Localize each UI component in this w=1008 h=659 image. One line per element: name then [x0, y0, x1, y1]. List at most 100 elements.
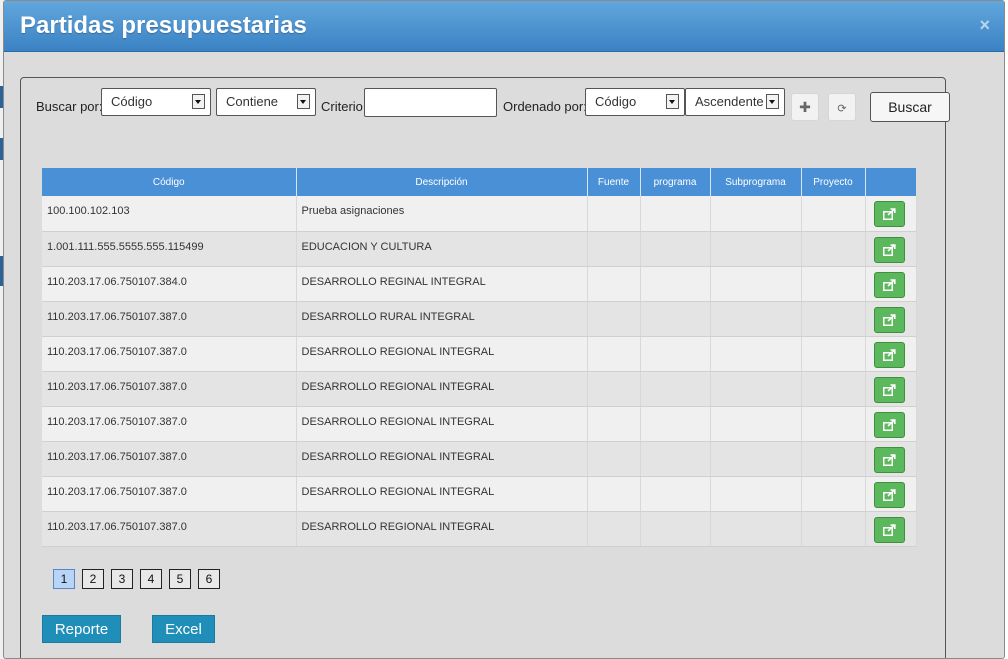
cell-codigo: 110.203.17.06.750107.387.0 [42, 336, 297, 372]
chevron-down-icon [766, 94, 779, 109]
cell-fuente [587, 476, 641, 512]
page-6-button[interactable]: 6 [198, 569, 220, 589]
cell-fuente [587, 266, 641, 302]
table-row: 110.203.17.06.750107.387.0 DESARROLLO REG… [42, 371, 917, 407]
cell-proyecto [801, 371, 866, 407]
column-header-programa[interactable]: programa [640, 168, 711, 196]
cell-actions [865, 406, 917, 442]
column-header-actions [865, 168, 916, 196]
cell-programa [640, 196, 711, 232]
modal-title: Partidas presupuestarias [20, 12, 307, 39]
page-3-button[interactable]: 3 [111, 569, 133, 589]
search-operator-select[interactable]: Contiene [216, 88, 316, 116]
select-row-button[interactable] [873, 446, 905, 473]
cell-proyecto [801, 231, 866, 267]
cell-actions [865, 231, 917, 267]
cell-fuente [587, 301, 641, 337]
cell-codigo: 110.203.17.06.750107.387.0 [42, 511, 297, 547]
column-header-descripcion[interactable]: Descripción [296, 168, 588, 196]
cell-descripcion: Prueba asignaciones [296, 196, 588, 232]
share-icon [882, 208, 896, 220]
share-icon [882, 418, 896, 431]
cell-subprograma [710, 301, 802, 337]
cell-programa [640, 266, 711, 302]
cell-programa [640, 301, 711, 337]
cell-programa [640, 406, 711, 442]
table-row: 110.203.17.06.750107.387.0 DESARROLLO REG… [42, 406, 917, 442]
reset-filter-button[interactable]: ⟳ [828, 93, 856, 121]
cell-descripcion: DESARROLLO REGIONAL INTEGRAL [296, 371, 588, 407]
cell-codigo: 110.203.17.06.750107.387.0 [42, 441, 297, 477]
table-row: 110.203.17.06.750107.387.0 DESARROLLO RUR… [42, 301, 917, 337]
buscar-por-label: Buscar por: [36, 99, 103, 114]
chevron-down-icon [192, 94, 205, 109]
share-icon [882, 453, 896, 466]
table-row: 1.001.111.555.5555.555.115499 EDUCACION Y… [42, 231, 917, 267]
order-field-value: Código [595, 94, 637, 109]
order-field-select[interactable]: Código [585, 88, 685, 116]
select-row-button[interactable] [873, 341, 905, 368]
reporte-button[interactable]: Reporte [42, 615, 121, 643]
cell-codigo: 110.203.17.06.750107.387.0 [42, 371, 297, 407]
cell-descripcion: DESARROLLO REGIONAL INTEGRAL [296, 476, 588, 512]
buscar-button[interactable]: Buscar [870, 92, 950, 122]
select-row-button[interactable] [873, 411, 905, 438]
select-row-button[interactable] [873, 236, 905, 263]
share-icon [882, 313, 896, 326]
column-header-subprograma[interactable]: Subprograma [710, 168, 802, 196]
column-header-proyecto[interactable]: Proyecto [801, 168, 866, 196]
table-row: 110.203.17.06.750107.387.0 DESARROLLO REG… [42, 511, 917, 547]
select-row-button[interactable] [873, 201, 905, 227]
share-icon [882, 243, 896, 256]
page-4-button[interactable]: 4 [140, 569, 162, 589]
order-direction-select[interactable]: Ascendente [685, 88, 785, 116]
chevron-down-icon [297, 94, 310, 109]
cell-descripcion: DESARROLLO REGIONAL INTEGRAL [296, 441, 588, 477]
column-header-codigo[interactable]: Código [42, 168, 297, 196]
page-5-button[interactable]: 5 [169, 569, 191, 589]
table-row: 110.203.17.06.750107.387.0 DESARROLLO REG… [42, 441, 917, 477]
column-header-fuente[interactable]: Fuente [587, 168, 641, 196]
page-1-button[interactable]: 1 [53, 569, 75, 589]
cell-descripcion: DESARROLLO RURAL INTEGRAL [296, 301, 588, 337]
table-row: 110.203.17.06.750107.384.0 DESARROLLO REG… [42, 266, 917, 302]
cell-codigo: 1.001.111.555.5555.555.115499 [42, 231, 297, 267]
cell-proyecto [801, 336, 866, 372]
cell-fuente [587, 231, 641, 267]
cell-proyecto [801, 511, 866, 547]
excel-button[interactable]: Excel [152, 615, 215, 643]
cell-subprograma [710, 231, 802, 267]
select-row-button[interactable] [873, 271, 905, 298]
page-2-button[interactable]: 2 [82, 569, 104, 589]
table-row: 110.203.17.06.750107.387.0 DESARROLLO REG… [42, 336, 917, 372]
table-header-row: Código Descripción Fuente programa Subpr… [42, 168, 916, 196]
cell-proyecto [801, 266, 866, 302]
cell-actions [865, 441, 917, 477]
table-row: 110.203.17.06.750107.387.0 DESARROLLO REG… [42, 476, 917, 512]
cell-programa [640, 231, 711, 267]
cell-fuente [587, 406, 641, 442]
cell-fuente [587, 441, 641, 477]
select-row-button[interactable] [873, 481, 905, 508]
select-row-button[interactable] [873, 306, 905, 333]
plus-icon: ✚ [799, 99, 811, 115]
search-field-select[interactable]: Código [101, 88, 211, 116]
cell-subprograma [710, 511, 802, 547]
cell-proyecto [801, 441, 866, 477]
select-row-button[interactable] [873, 516, 905, 543]
cell-programa [640, 476, 711, 512]
cell-descripcion: EDUCACION Y CULTURA [296, 231, 588, 267]
cell-fuente [587, 371, 641, 407]
search-field-value: Código [111, 94, 153, 109]
select-row-button[interactable] [873, 376, 905, 403]
close-icon[interactable]: × [979, 15, 990, 36]
cell-descripcion: DESARROLLO REGINAL INTEGRAL [296, 266, 588, 302]
criterio-input[interactable] [364, 88, 497, 117]
cell-fuente [587, 511, 641, 547]
cell-subprograma [710, 406, 802, 442]
cell-descripcion: DESARROLLO REGIONAL INTEGRAL [296, 406, 588, 442]
add-filter-button[interactable]: ✚ [791, 93, 819, 121]
search-bar: Buscar por: Código Contiene Criterio: Or… [21, 88, 961, 122]
cell-descripcion: DESARROLLO REGIONAL INTEGRAL [296, 336, 588, 372]
cell-descripcion: DESARROLLO REGIONAL INTEGRAL [296, 511, 588, 547]
